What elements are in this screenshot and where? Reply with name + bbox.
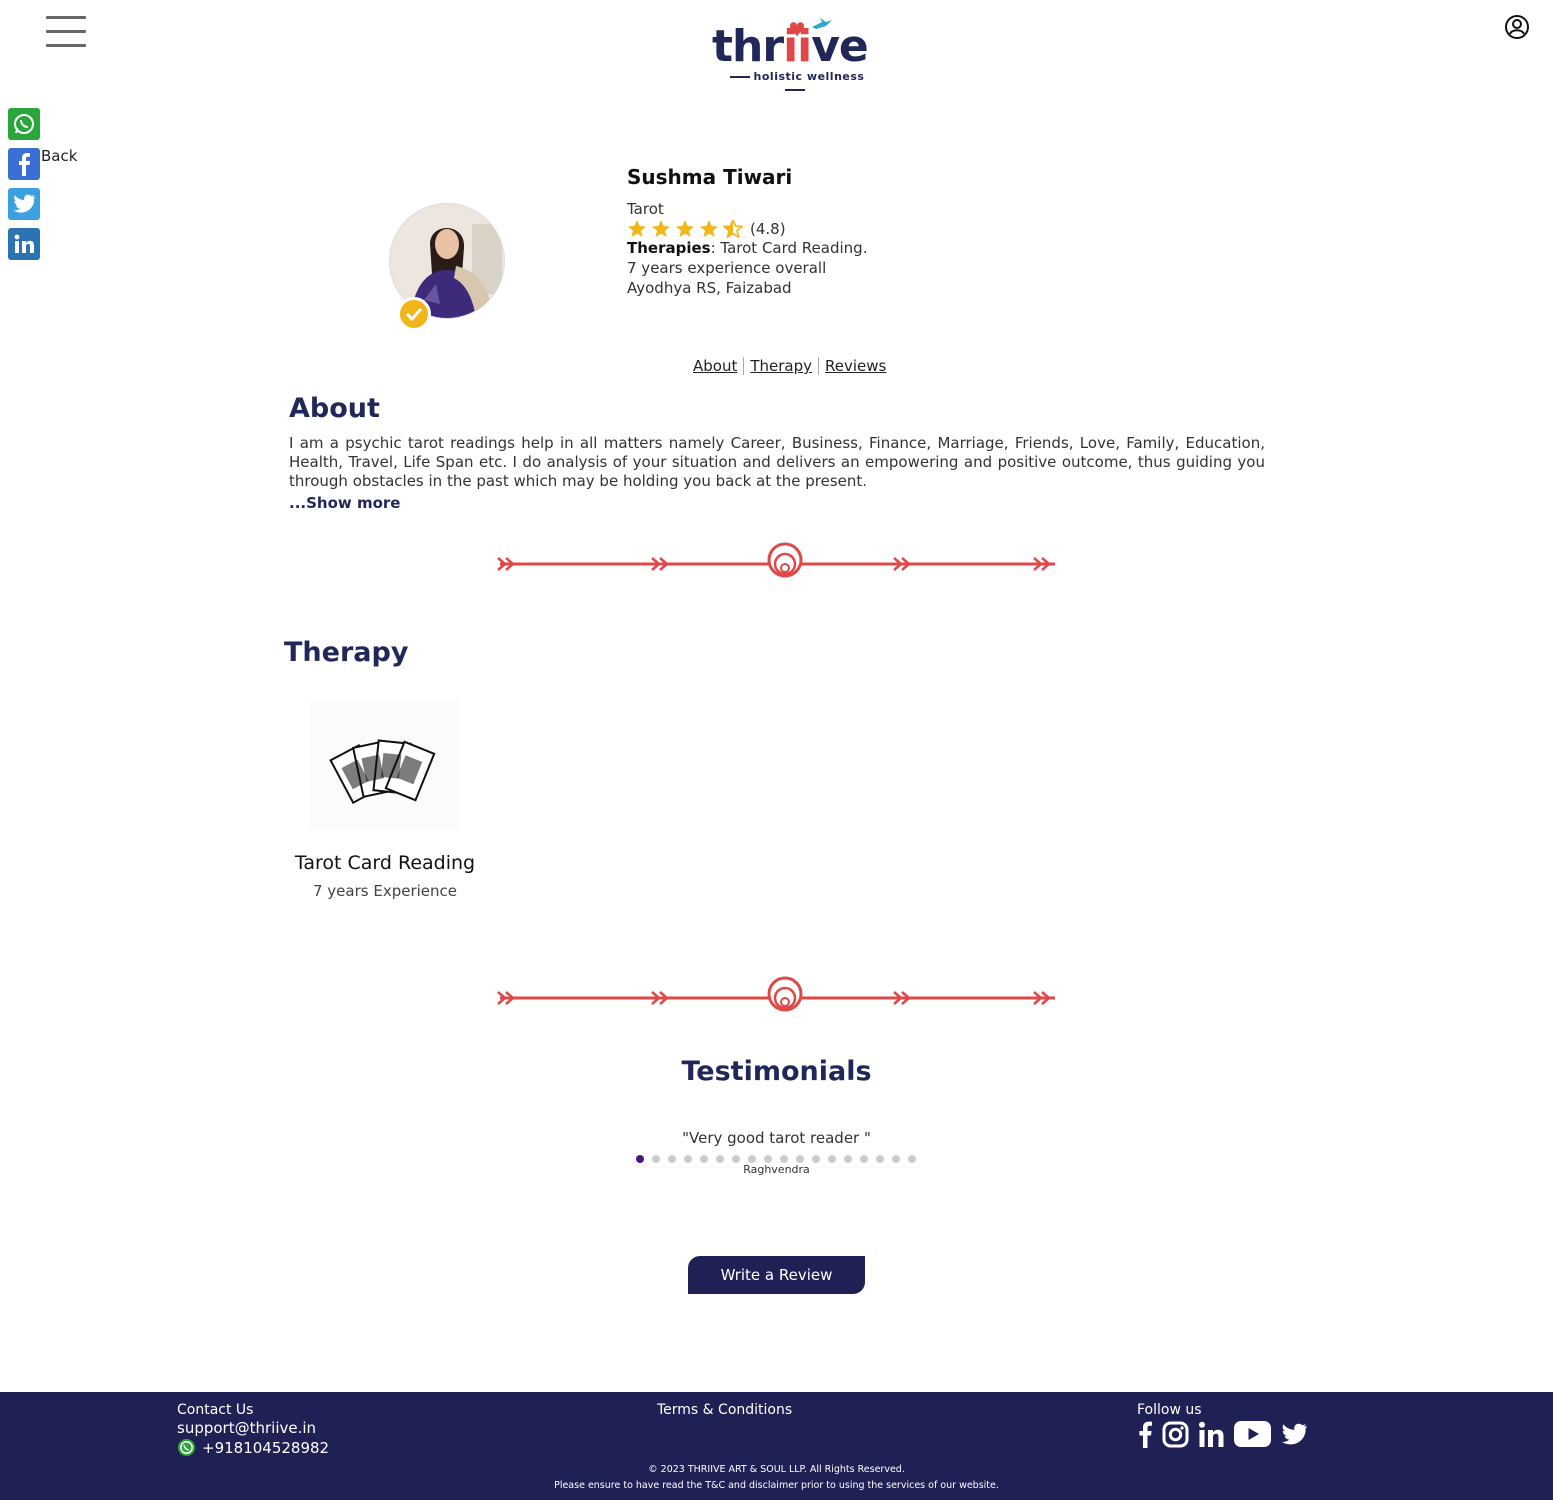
section-tabs: About Therapy Reviews [691, 357, 892, 375]
carousel-dot[interactable] [700, 1155, 708, 1163]
carousel-dot[interactable] [780, 1155, 788, 1163]
youtube-icon [1234, 1421, 1271, 1447]
show-more-link[interactable]: ...Show more [289, 494, 400, 512]
carousel-dot[interactable] [716, 1155, 724, 1163]
tab-reviews[interactable]: Reviews [819, 357, 892, 375]
testimonials-title: Testimonials [681, 1056, 872, 1087]
linkedin-icon [1199, 1421, 1224, 1447]
star-full-icon [628, 219, 646, 237]
therapy-experience: 7 years Experience [312, 882, 457, 900]
facebook-icon [19, 153, 30, 176]
verified-badge-icon [397, 297, 431, 331]
carousel-dot[interactable] [876, 1155, 884, 1163]
youtube-link[interactable] [1234, 1421, 1271, 1447]
linkedin-icon [14, 234, 34, 253]
rating-stars: (4.8) [627, 219, 1047, 238]
footer-contact: Contact Us support@thriive.in +918104528… [177, 1402, 329, 1457]
follow-label: Follow us [1137, 1402, 1202, 1418]
whatsapp-icon [177, 1438, 196, 1457]
testimonial-quote: "Very good tarot reader " [682, 1129, 871, 1147]
logo-tagline: holistic wellness [712, 70, 878, 96]
whatsapp-share-button[interactable] [8, 108, 40, 140]
profile-experience: 7 years experience overall [627, 259, 827, 277]
facebook-share-button[interactable] [8, 148, 40, 180]
menu-button[interactable] [46, 16, 86, 48]
carousel-dot[interactable] [844, 1155, 852, 1163]
tarot-cards-image [310, 700, 460, 830]
profile-therapies: Therapies: Tarot Card Reading. [627, 239, 868, 257]
linkedin-link[interactable] [1198, 1421, 1225, 1448]
brand-logo[interactable]: thriive holistic wellness [710, 10, 880, 85]
menu-bar [46, 30, 86, 33]
terms-link[interactable]: Terms & Conditions [657, 1402, 792, 1418]
heart-bird-icon [790, 18, 832, 37]
twitter-link[interactable] [1280, 1423, 1308, 1446]
therapy-card[interactable]: Tarot Card Reading 7 years Experience [290, 700, 480, 900]
testimonial-author: Raghvendra [743, 1163, 810, 1176]
back-link[interactable]: Back [41, 147, 77, 165]
therapy-name: Tarot Card Reading [294, 852, 476, 874]
profile-category: Tarot [627, 200, 664, 218]
carousel-dot[interactable] [652, 1155, 660, 1163]
rating-value: (4.8) [750, 219, 786, 238]
carousel-dot[interactable] [764, 1155, 772, 1163]
carousel-dot[interactable] [732, 1155, 740, 1163]
profile-location: Ayodhya RS, Faizabad [627, 279, 792, 297]
profile-avatar [389, 203, 505, 331]
star-full-icon [652, 219, 670, 237]
carousel-dot[interactable] [812, 1155, 820, 1163]
star-full-icon [676, 219, 694, 237]
instagram-icon [1162, 1421, 1189, 1447]
carousel-dot[interactable] [860, 1155, 868, 1163]
decorative-divider [497, 976, 1055, 1012]
decorative-divider [497, 542, 1055, 578]
profile-name: Sushma Tiwari [627, 165, 793, 189]
contact-phone[interactable]: +918104528982 [177, 1438, 329, 1457]
menu-bar [46, 16, 86, 19]
linkedin-share-button[interactable] [8, 228, 40, 260]
carousel-dots [636, 1155, 924, 1163]
twitter-icon [13, 194, 36, 213]
menu-bar [46, 44, 86, 47]
twitter-share-button[interactable] [8, 188, 40, 220]
facebook-icon [1139, 1421, 1152, 1448]
star-half-icon [723, 219, 743, 238]
about-text: I am a psychic tarot readings help in al… [289, 434, 1265, 490]
copyright: © 2023 THRIIVE ART & SOUL LLP. All Right… [0, 1462, 1553, 1494]
whatsapp-icon [14, 114, 34, 134]
tab-therapy[interactable]: Therapy [744, 357, 820, 375]
footer: Contact Us support@thriive.in +918104528… [0, 1392, 1553, 1500]
phone-number: +918104528982 [202, 1438, 330, 1457]
carousel-dot[interactable] [908, 1155, 916, 1163]
instagram-link[interactable] [1162, 1421, 1189, 1448]
about-title: About [289, 393, 380, 424]
disclaimer-text: Please ensure to have read the T&C and d… [554, 1480, 999, 1491]
facebook-link[interactable] [1137, 1420, 1153, 1448]
carousel-dot[interactable] [796, 1155, 804, 1163]
contact-email[interactable]: support@thriive.in [177, 1419, 329, 1437]
social-links [1137, 1420, 1317, 1448]
share-bar [8, 108, 40, 268]
carousel-dot[interactable] [828, 1155, 836, 1163]
profile-info: Sushma Tiwari Tarot (4.8) Therapies: Tar… [627, 165, 1047, 298]
carousel-dot[interactable] [892, 1155, 900, 1163]
carousel-dot[interactable] [668, 1155, 676, 1163]
tab-about[interactable]: About [691, 357, 745, 375]
star-full-icon [700, 219, 718, 237]
twitter-icon [1281, 1423, 1307, 1444]
user-account-icon[interactable] [1505, 15, 1529, 39]
contact-label: Contact Us [177, 1402, 254, 1418]
copyright-text: © 2023 THRIIVE ART & SOUL LLP. All Right… [648, 1464, 905, 1475]
write-review-button[interactable]: Write a Review [688, 1256, 865, 1294]
carousel-dot[interactable] [636, 1155, 644, 1163]
therapy-title: Therapy [284, 637, 409, 668]
carousel-dot[interactable] [748, 1155, 756, 1163]
carousel-dot[interactable] [684, 1155, 692, 1163]
